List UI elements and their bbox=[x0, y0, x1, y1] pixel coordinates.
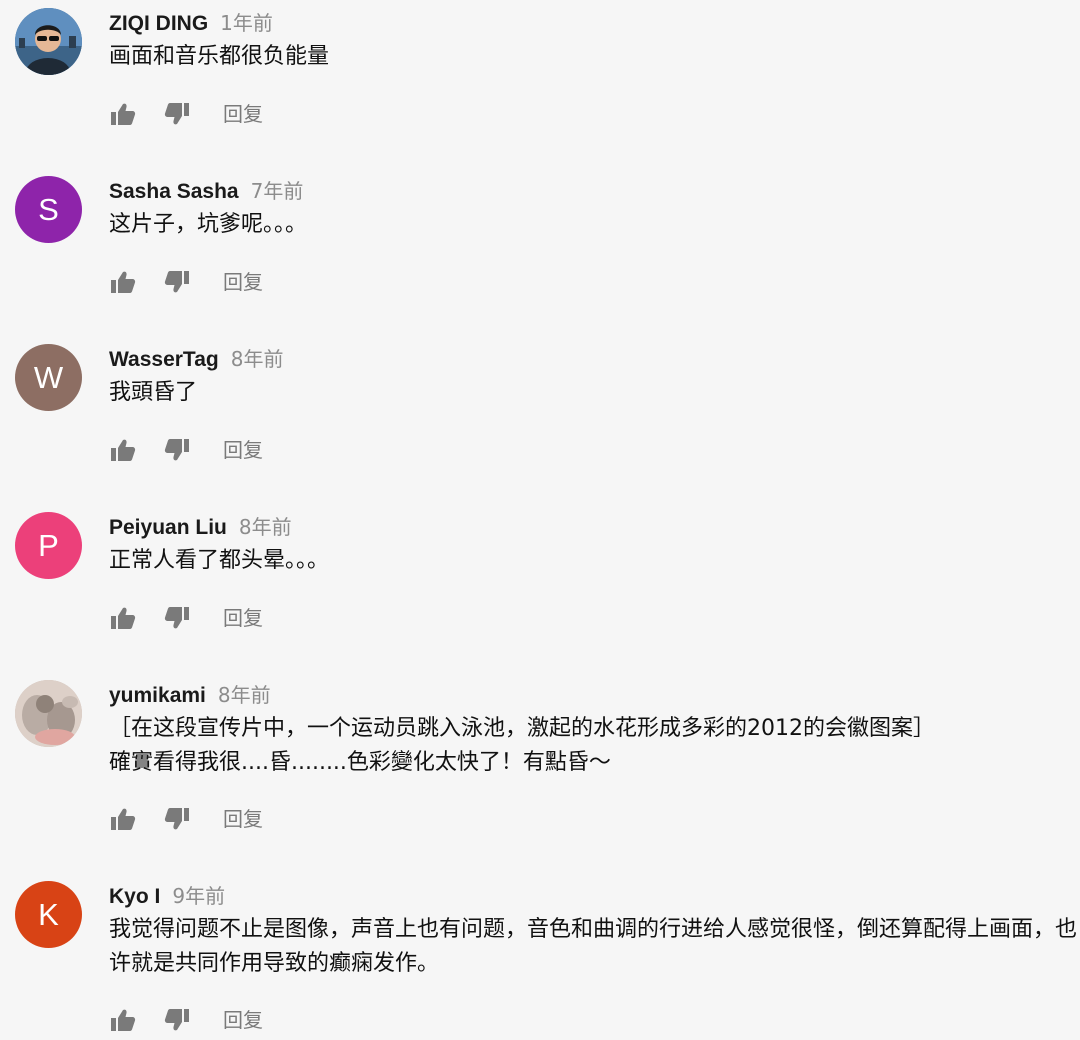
author-name[interactable]: Peiyuan Liu bbox=[109, 516, 227, 539]
author-name[interactable]: ZIQI DING bbox=[109, 12, 208, 35]
dislike-icon[interactable] bbox=[163, 268, 191, 296]
reply-button[interactable]: 回复 bbox=[223, 436, 263, 464]
comment-header: Sasha Sasha 7年前 bbox=[109, 176, 303, 206]
comment-text: 正常人看了都头晕。。。 bbox=[109, 548, 330, 573]
author-name[interactable]: Kyo I bbox=[109, 885, 160, 908]
comment-text: 这片子，坑爹呢。。。 bbox=[109, 212, 308, 237]
comment-actions: 回复 bbox=[109, 268, 263, 296]
author-name[interactable]: WasserTag bbox=[109, 348, 219, 371]
reply-button[interactable]: 回复 bbox=[223, 100, 263, 128]
avatar[interactable]: P bbox=[15, 512, 82, 579]
comment-timestamp[interactable]: 1年前 bbox=[220, 11, 273, 35]
comment-actions: 回复 bbox=[109, 805, 263, 833]
comment-header: Kyo I 9年前 bbox=[109, 881, 225, 911]
like-icon[interactable] bbox=[109, 604, 137, 632]
dislike-icon[interactable] bbox=[163, 436, 191, 464]
avatar[interactable]: W bbox=[15, 344, 82, 411]
comment-text: 画面和音乐都很负能量 bbox=[109, 44, 330, 69]
dislike-icon[interactable] bbox=[163, 604, 191, 632]
comment-header: ZIQI DING 1年前 bbox=[109, 8, 273, 38]
like-icon[interactable] bbox=[109, 268, 137, 296]
comment-timestamp[interactable]: 9年前 bbox=[172, 884, 225, 908]
dislike-icon[interactable] bbox=[163, 1006, 191, 1034]
like-icon[interactable] bbox=[109, 436, 137, 464]
author-name[interactable]: Sasha Sasha bbox=[109, 180, 239, 203]
dislike-icon[interactable] bbox=[163, 100, 191, 128]
comment-text: 我觉得问题不止是图像，声音上也有问题，音色和曲调的行进给人感觉很怪，倒还算配得上… bbox=[109, 917, 1078, 976]
comment-header: WasserTag 8年前 bbox=[109, 344, 283, 374]
reply-button[interactable]: 回复 bbox=[223, 268, 263, 296]
cat-photo-avatar[interactable] bbox=[15, 680, 82, 747]
person-with-sunglasses-avatar[interactable] bbox=[15, 8, 82, 75]
comment-timestamp[interactable]: 8年前 bbox=[239, 515, 292, 539]
comment-text: 我頭昏了 bbox=[109, 380, 198, 405]
reply-button[interactable]: 回复 bbox=[223, 604, 263, 632]
comment-timestamp[interactable]: 8年前 bbox=[231, 347, 284, 371]
comment-header: Peiyuan Liu 8年前 bbox=[109, 512, 292, 542]
comment-header: yumikami 8年前 bbox=[109, 680, 271, 710]
like-icon[interactable] bbox=[109, 1006, 137, 1034]
dislike-icon[interactable] bbox=[163, 805, 191, 833]
reply-button[interactable]: 回复 bbox=[223, 1006, 263, 1034]
comment-actions: 回复 bbox=[109, 100, 263, 128]
comment-text: ［在这段宣传片中，一个运动员跳入泳池，激起的水花形成多彩的2012的会徽图案］ … bbox=[109, 716, 935, 775]
avatar[interactable]: S bbox=[15, 176, 82, 243]
comment-actions: 回复 bbox=[109, 604, 263, 632]
reply-button[interactable]: 回复 bbox=[223, 805, 263, 833]
comment-timestamp[interactable]: 8年前 bbox=[218, 683, 271, 707]
author-name[interactable]: yumikami bbox=[109, 684, 206, 707]
comment-timestamp[interactable]: 7年前 bbox=[251, 179, 304, 203]
comment-actions: 回复 bbox=[109, 1006, 263, 1034]
avatar[interactable]: K bbox=[15, 881, 82, 948]
like-icon[interactable] bbox=[109, 805, 137, 833]
comment-actions: 回复 bbox=[109, 436, 263, 464]
like-icon[interactable] bbox=[109, 100, 137, 128]
